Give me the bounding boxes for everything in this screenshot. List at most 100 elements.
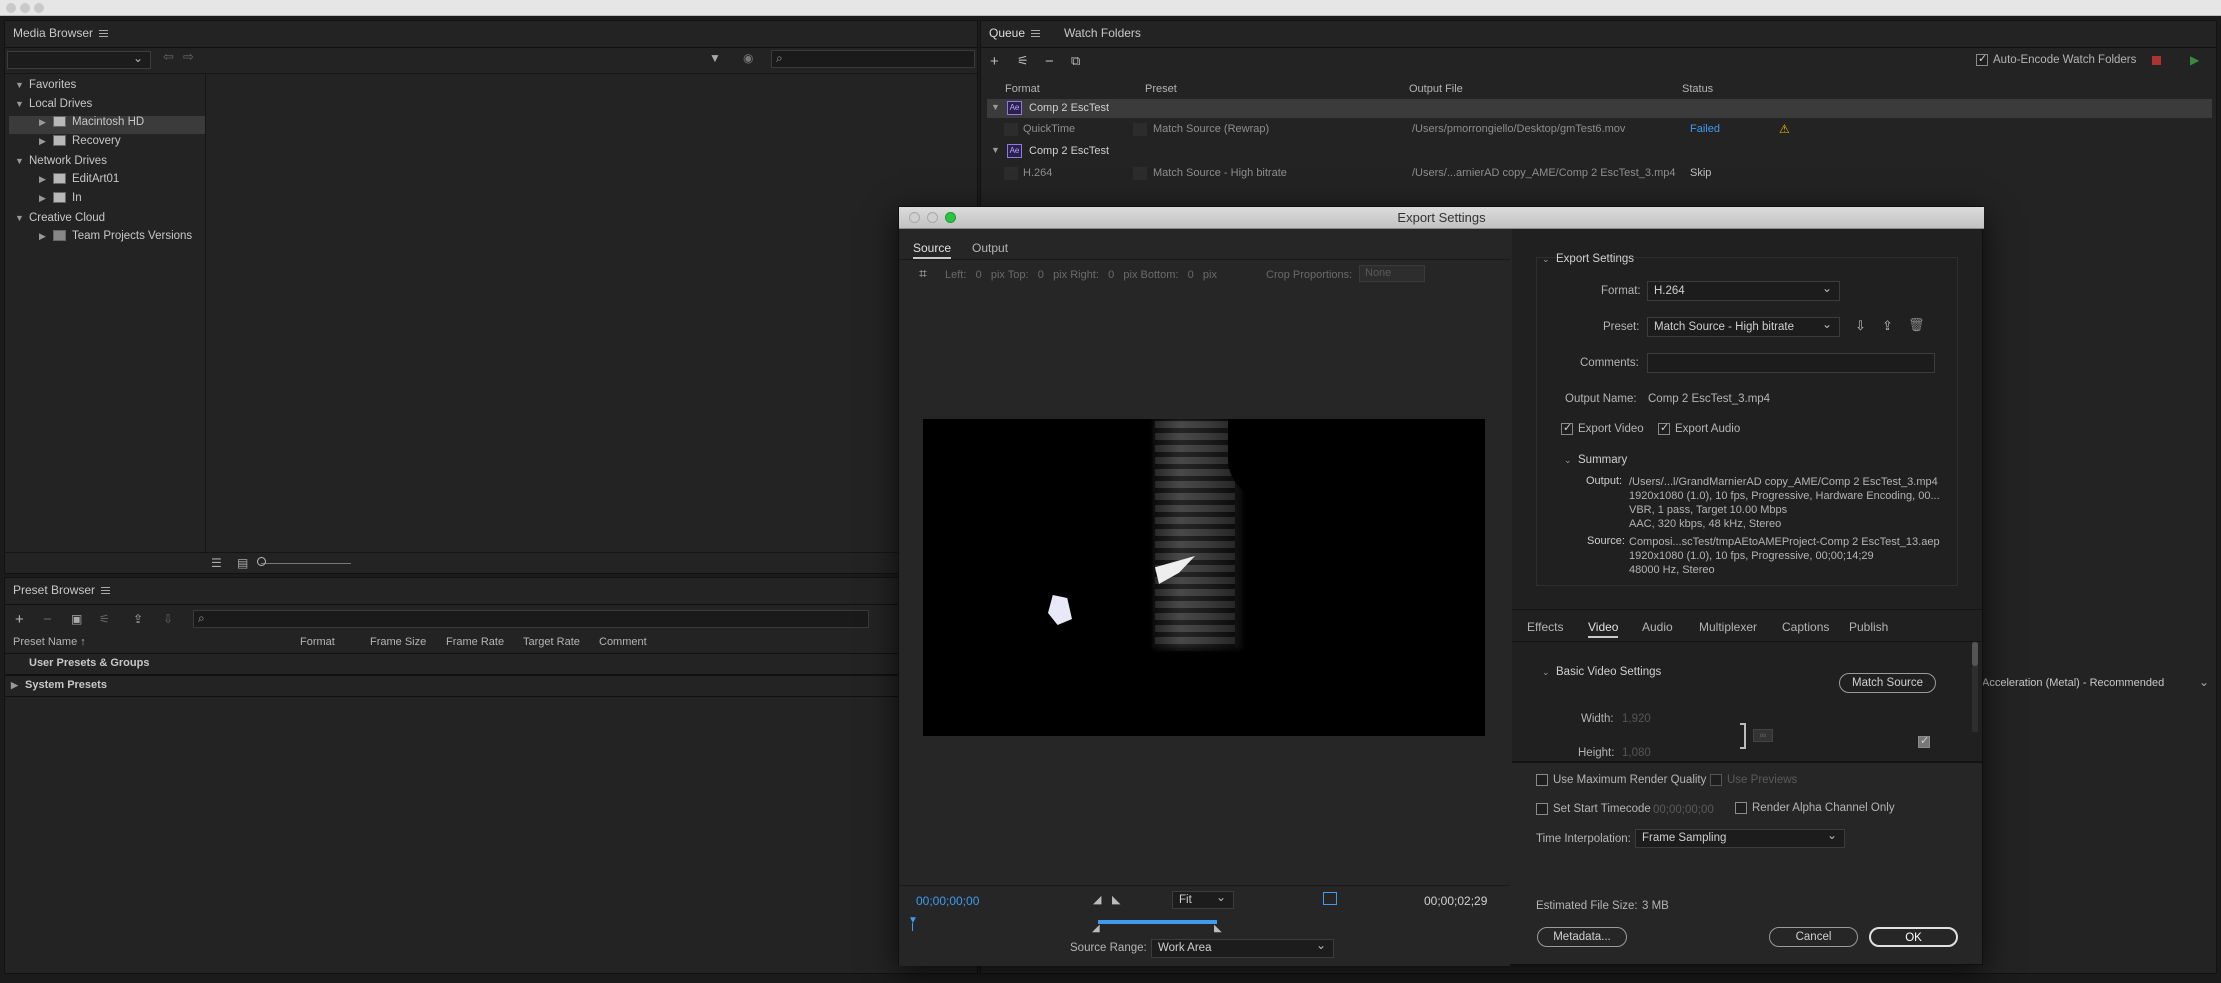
export-preset-icon[interactable]: ⇩ (163, 612, 173, 626)
set-start-timecode-checkbox[interactable]: Set Start Timecode (1536, 803, 1651, 815)
minimize-dialog-button[interactable] (927, 212, 938, 223)
tree-in[interactable]: ▶ In (39, 192, 82, 210)
view-toggle-icon[interactable]: ◉ (743, 51, 753, 65)
queue-output-preset[interactable]: Match Source (Rewrap) (1153, 123, 1269, 135)
icon-view-icon[interactable]: ▤ (237, 556, 248, 570)
format-dropdown[interactable]: H.264 (1647, 279, 1840, 301)
link-icon[interactable]: ∞ (1753, 729, 1773, 742)
fit-dropdown[interactable]: Fit (1172, 889, 1234, 909)
close-dialog-button[interactable] (909, 212, 920, 223)
tab-audio[interactable]: Audio (1642, 620, 1673, 634)
tab-output[interactable]: Output (972, 241, 1008, 255)
preset-dropdown-icon[interactable] (1133, 167, 1147, 180)
checkbox-unchecked[interactable] (1536, 774, 1548, 786)
media-search-input[interactable]: ⌕ (771, 50, 975, 68)
metadata-button[interactable]: Metadata... (1537, 927, 1627, 947)
export-video-checkbox[interactable]: Export Video (1561, 421, 1644, 435)
set-in-point-icon[interactable]: ◢ (1093, 893, 1101, 906)
set-out-point-icon[interactable]: ◣ (1112, 893, 1120, 906)
crop-right-value[interactable]: 0 (1108, 269, 1114, 281)
add-source-icon[interactable]: + (990, 53, 999, 70)
output-name-link[interactable]: Comp 2 EscTest_3.mp4 (1648, 393, 1770, 405)
tab-watch-folders[interactable]: Watch Folders (1064, 26, 1141, 40)
expand-triangle-icon[interactable]: ▼ (15, 156, 29, 166)
collapse-triangle-icon[interactable]: ▼ (991, 102, 1005, 112)
export-audio-checkbox[interactable]: Export Audio (1658, 421, 1740, 435)
minimize-window-button[interactable] (20, 3, 30, 13)
collapse-triangle-icon[interactable]: ⌄ (1542, 667, 1556, 678)
header-frame-rate[interactable]: Frame Rate (446, 636, 504, 648)
chevron-down-icon[interactable]: ⌄ (2199, 675, 2209, 689)
expand-triangle-icon[interactable]: ▶ (39, 174, 53, 185)
settings-sliders-icon[interactable]: ⚟ (1017, 53, 1029, 69)
tab-source[interactable]: Source (913, 241, 952, 259)
expand-triangle-icon[interactable]: ▶ (39, 193, 53, 204)
use-previews-checkbox[interactable]: Use Previews (1710, 774, 1797, 786)
render-alpha-only-checkbox[interactable]: Render Alpha Channel Only (1735, 802, 1895, 814)
cancel-button[interactable]: Cancel (1769, 927, 1858, 947)
zoom-slider[interactable] (261, 563, 351, 564)
list-view-icon[interactable]: ☰ (211, 556, 222, 570)
height-value[interactable]: 1,080 (1622, 747, 1651, 759)
format-dropdown-icon[interactable] (1004, 123, 1018, 136)
crop-top-value[interactable]: 0 (1038, 269, 1044, 281)
tree-recovery[interactable]: ▶ Recovery (39, 135, 121, 153)
header-format[interactable]: Format (1005, 83, 1040, 95)
renderer-dropdown[interactable]: Acceleration (Metal) - Recommended (1982, 677, 2164, 689)
time-interpolation-dropdown[interactable]: Frame Sampling (1635, 827, 1845, 848)
stop-queue-button[interactable] (2152, 56, 2161, 65)
header-format[interactable]: Format (300, 636, 335, 648)
header-status[interactable]: Status (1682, 83, 1713, 95)
panel-menu-icon[interactable] (1031, 30, 1041, 38)
tree-local-drives[interactable]: ▼ Local Drives (15, 98, 92, 116)
collapse-triangle-icon[interactable]: ▼ (991, 145, 1005, 155)
width-value[interactable]: 1,920 (1622, 713, 1651, 725)
work-area-end-handle[interactable]: ◣ (1214, 923, 1222, 934)
aspect-correction-icon[interactable] (1323, 892, 1337, 905)
tab-effects[interactable]: Effects (1527, 620, 1563, 634)
format-dropdown-icon[interactable] (1004, 167, 1018, 180)
basic-video-section[interactable]: ⌄ Basic Video Settings (1542, 666, 1661, 678)
preset-dropdown-icon[interactable] (1133, 123, 1147, 136)
expand-triangle-icon[interactable]: ▼ (15, 213, 29, 223)
scrollbar[interactable] (1972, 642, 1978, 732)
auto-encode-checkbox[interactable] (1976, 52, 1988, 66)
header-preset[interactable]: Preset (1145, 83, 1177, 95)
tree-network-drives[interactable]: ▼ Network Drives (15, 155, 107, 173)
tree-macintosh-hd[interactable]: ▶ Macintosh HD (9, 116, 205, 134)
header-preset-name[interactable]: Preset Name ↑ (13, 636, 86, 648)
source-range-dropdown[interactable]: Work Area (1151, 937, 1334, 958)
tab-queue[interactable]: Queue (989, 26, 1025, 40)
queue-output-file[interactable]: /Users/...arnierAD copy_AME/Comp 2 EscTe… (1412, 167, 1675, 179)
collapse-triangle-icon[interactable]: ⌄ (1542, 254, 1556, 265)
queue-status-failed[interactable]: Failed (1690, 123, 1720, 135)
tree-favorites[interactable]: ▼ Favorites (15, 79, 76, 97)
preset-settings-icon[interactable]: ⚟ (99, 612, 110, 626)
checkbox-unchecked[interactable] (1710, 774, 1722, 786)
queue-output-format[interactable]: H.264 (1023, 167, 1052, 179)
zoom-slider-handle[interactable] (257, 557, 266, 566)
forward-arrow-icon[interactable]: ⇨ (183, 49, 194, 65)
crop-proportions-dropdown[interactable]: None (1359, 265, 1425, 282)
work-area-start-handle[interactable]: ◢ (1092, 923, 1100, 934)
export-settings-section[interactable]: ⌄ Export Settings (1542, 253, 1634, 265)
new-group-icon[interactable]: ▣ (71, 612, 82, 626)
import-preset-icon[interactable]: ⇪ (133, 612, 143, 626)
preset-group-system[interactable]: ▶ System Presets (11, 679, 107, 691)
queue-output-format[interactable]: QuickTime (1023, 123, 1075, 135)
expand-triangle-icon[interactable]: ▼ (15, 99, 29, 109)
queue-output-preset[interactable]: Match Source - High bitrate (1153, 167, 1287, 179)
ok-button[interactable]: OK (1869, 927, 1958, 947)
checkbox-checked[interactable] (1658, 421, 1670, 435)
new-preset-icon[interactable]: + (15, 611, 24, 628)
crop-bottom-value[interactable]: 0 (1188, 269, 1194, 281)
checkbox-unchecked[interactable] (1536, 803, 1548, 815)
duplicate-icon[interactable]: ⧉ (1071, 53, 1080, 69)
queue-item-row[interactable]: ▼ Ae Comp 2 EscTest (987, 142, 2212, 161)
crop-icon[interactable]: ⌗ (919, 265, 927, 282)
current-timecode[interactable]: 00;00;00;00 (916, 894, 979, 908)
queue-item-row[interactable]: ▼ Ae Comp 2 EscTest (987, 99, 2212, 118)
tab-multiplexer[interactable]: Multiplexer (1699, 620, 1757, 634)
expand-triangle-icon[interactable]: ▼ (15, 80, 29, 90)
tree-creative-cloud[interactable]: ▼ Creative Cloud (15, 212, 105, 230)
